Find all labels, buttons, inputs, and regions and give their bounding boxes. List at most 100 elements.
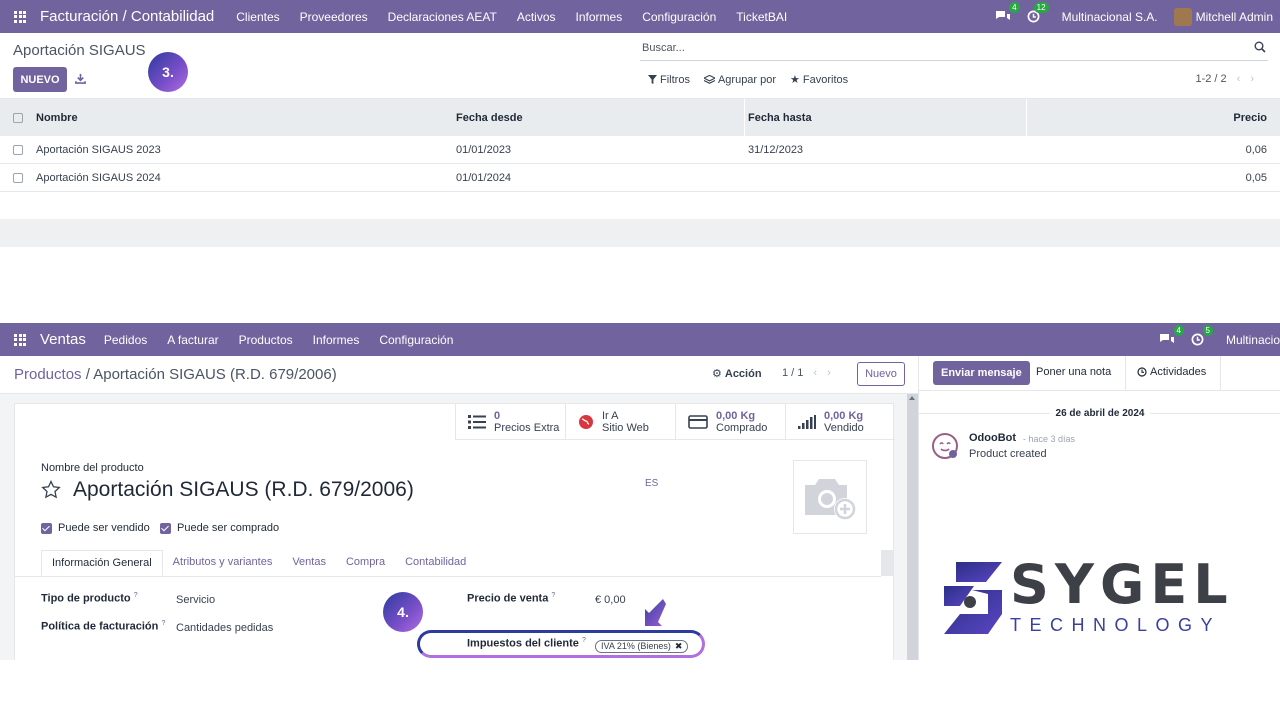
filters-button[interactable]: Filtros xyxy=(648,73,690,86)
activities-button[interactable]: 12 xyxy=(1027,2,1049,23)
menu-item-activos[interactable]: Activos xyxy=(507,10,566,24)
tab-contabilidad[interactable]: Contabilidad xyxy=(395,550,476,576)
tab-compra[interactable]: Compra xyxy=(336,550,395,576)
menu-item-proveedores[interactable]: Proveedores xyxy=(290,10,378,24)
group-by-button[interactable]: Agrupar por xyxy=(703,73,776,86)
tab-informacion-general[interactable]: Información General xyxy=(41,550,163,576)
list-control-panel: Aportación SIGAUS NUEVO 3. Buscar... Fil… xyxy=(0,33,1280,99)
pager-prev-icon[interactable]: ‹ xyxy=(1237,73,1241,85)
credit-card-icon xyxy=(688,415,708,429)
apps-menu-button[interactable] xyxy=(0,10,40,23)
log-note-button[interactable]: Poner una nota xyxy=(1036,366,1111,378)
messages-button[interactable]: 4 xyxy=(1159,324,1184,347)
search-input[interactable]: Buscar... xyxy=(642,42,685,54)
pager-prev-icon[interactable]: ‹ xyxy=(813,367,817,379)
language-button[interactable]: ES xyxy=(645,478,658,489)
send-message-button[interactable]: Enviar mensaje xyxy=(933,361,1030,385)
menu-item-configuracion[interactable]: Configuración xyxy=(369,333,463,347)
smart-button-website[interactable]: Ir A Sitio Web xyxy=(565,404,675,440)
apps-grid-icon xyxy=(14,333,26,346)
remove-tag-icon[interactable]: ✖ xyxy=(675,641,683,652)
product-type-label: Tipo de producto ? xyxy=(41,592,138,605)
messages-button[interactable]: 4 xyxy=(995,1,1020,24)
smart-button-purchased[interactable]: 0,00 Kg Comprado xyxy=(675,404,785,440)
pager-next-icon[interactable]: › xyxy=(1250,73,1254,85)
menu-item-declaraciones[interactable]: Declaraciones AEAT xyxy=(378,10,507,24)
stat-value: 0,00 Kg xyxy=(716,410,756,422)
activities-button[interactable]: Actividades xyxy=(1137,366,1206,378)
tab-atributos-variantes[interactable]: Atributos y variantes xyxy=(163,550,283,576)
product-type-field[interactable]: Servicio xyxy=(176,594,215,606)
company-switcher[interactable]: Multinacional S.A. xyxy=(1062,10,1158,24)
pager-next-icon[interactable]: › xyxy=(827,367,831,379)
invoice-policy-label: Política de facturación ? xyxy=(41,620,166,633)
top-menu: Clientes Proveedores Declaraciones AEAT … xyxy=(226,10,797,24)
sales-navbar: Ventas Pedidos A facturar Productos Info… xyxy=(0,323,1280,356)
menu-item-informes[interactable]: Informes xyxy=(303,333,370,347)
clock-icon xyxy=(1191,333,1204,346)
menu-item-productos[interactable]: Productos xyxy=(229,333,303,347)
cell-fecha-desde: 01/01/2023 xyxy=(456,143,512,156)
invoice-policy-field[interactable]: Cantidades pedidas xyxy=(176,622,273,634)
app-name[interactable]: Ventas xyxy=(40,331,86,348)
app-name[interactable]: Facturación / Contabilidad xyxy=(40,8,214,25)
odoobot-avatar-icon xyxy=(932,433,958,459)
list-footer-band xyxy=(0,219,1280,247)
smart-button-extra-prices[interactable]: 0 Precios Extra xyxy=(455,404,565,440)
table-row[interactable]: Aportación SIGAUS 2024 01/01/2024 0,05 xyxy=(0,164,1280,192)
apps-menu-button[interactable] xyxy=(0,333,40,346)
checkbox-checked-icon xyxy=(41,522,52,534)
sygel-logo-mark-icon xyxy=(944,562,1002,634)
camera-plus-icon xyxy=(805,479,856,520)
table-row[interactable]: Aportación SIGAUS 2023 01/01/2023 31/12/… xyxy=(0,136,1280,164)
menu-item-pedidos[interactable]: Pedidos xyxy=(94,333,157,347)
customer-tax-tag[interactable]: IVA 21% (Bienes) ✖ xyxy=(595,640,689,653)
messages-badge: 4 xyxy=(1173,324,1184,336)
tab-ventas[interactable]: Ventas xyxy=(282,550,336,576)
user-menu[interactable]: Mitchell Admin xyxy=(1196,10,1273,24)
company-switcher[interactable]: Multinacio xyxy=(1226,333,1280,347)
new-button[interactable]: NUEVO xyxy=(13,67,67,92)
col-header-fecha-desde[interactable]: Fecha desde xyxy=(456,112,523,124)
pager-value[interactable]: 1-2 / 2 xyxy=(1195,73,1226,85)
col-header-precio[interactable]: Precio xyxy=(1233,112,1267,124)
select-all-checkbox[interactable] xyxy=(13,112,23,123)
smart-buttons: 0 Precios Extra Ir A Sitio Web 0,00 Kg Comp… xyxy=(455,404,895,440)
star-icon: ★ xyxy=(790,74,800,86)
chat-icon xyxy=(995,10,1010,20)
activities-button[interactable]: 5 xyxy=(1191,325,1213,346)
can-be-purchased-checkbox[interactable]: Puede ser comprado xyxy=(160,522,279,534)
action-menu-button[interactable]: ⚙ Acción xyxy=(712,367,762,381)
sale-price-field[interactable]: € 0,00 xyxy=(595,594,626,606)
search-bar[interactable]: Buscar... xyxy=(640,39,1268,61)
menu-item-configuracion[interactable]: Configuración xyxy=(632,10,726,24)
user-avatar[interactable] xyxy=(1173,7,1192,26)
col-header-nombre[interactable]: Nombre xyxy=(36,112,78,124)
sygel-logo: SYGEL TECHNOLOGY xyxy=(942,558,1234,636)
new-record-button[interactable]: Nuevo xyxy=(857,362,905,386)
menu-item-clientes[interactable]: Clientes xyxy=(226,10,289,24)
menu-item-informes[interactable]: Informes xyxy=(566,10,633,24)
row-checkbox[interactable] xyxy=(13,172,23,183)
message-time: - hace 3 días xyxy=(1023,434,1076,444)
top-navbar: Facturación / Contabilidad Clientes Prov… xyxy=(0,0,1280,33)
search-icon[interactable] xyxy=(1254,41,1266,53)
favorite-star-icon[interactable] xyxy=(41,480,61,500)
search-panel-toggles: Filtros Agrupar por ★ Favoritos xyxy=(648,73,848,86)
menu-item-ticketbai[interactable]: TicketBAI xyxy=(726,10,797,24)
product-image-placeholder[interactable] xyxy=(793,460,867,534)
menu-item-a-facturar[interactable]: A facturar xyxy=(157,333,228,347)
download-icon[interactable] xyxy=(75,73,86,84)
favorites-button[interactable]: ★ Favoritos xyxy=(790,73,848,87)
can-be-sold-checkbox[interactable]: Puede ser vendido xyxy=(41,522,150,534)
product-name-field[interactable]: Aportación SIGAUS (R.D. 679/2006) xyxy=(73,478,414,502)
breadcrumb-parent[interactable]: Productos xyxy=(14,366,82,383)
row-checkbox[interactable] xyxy=(13,144,23,155)
pager-value[interactable]: 1 / 1 xyxy=(782,367,803,379)
smart-button-sold[interactable]: 0,00 Kg Vendido xyxy=(785,404,895,440)
step-3-marker: 3. xyxy=(148,52,188,92)
inner-scrollbar[interactable] xyxy=(881,550,893,576)
message-author[interactable]: OdooBot xyxy=(969,432,1016,444)
col-header-fecha-hasta[interactable]: Fecha hasta xyxy=(748,112,812,124)
form-scrollbar[interactable] xyxy=(907,394,918,660)
